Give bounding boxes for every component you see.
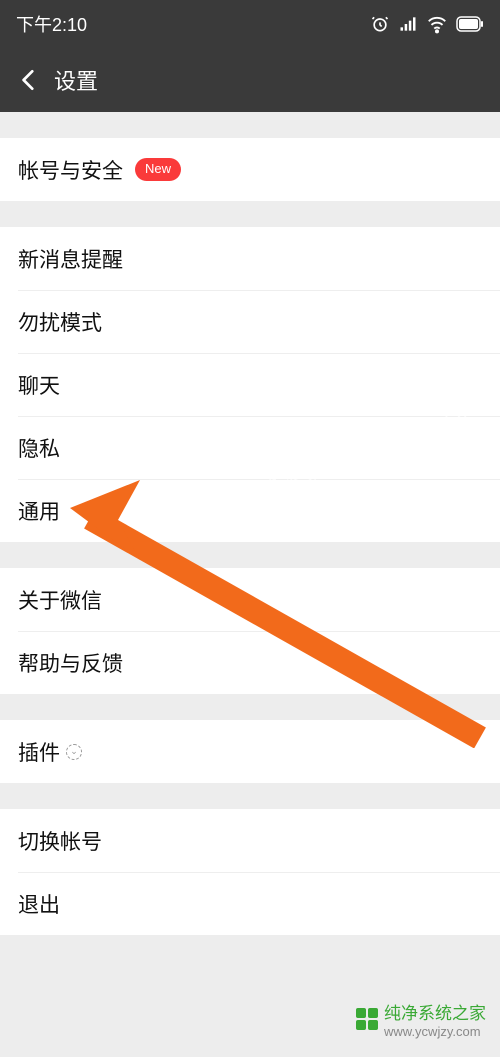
row-label: 聊天 (18, 370, 60, 400)
row-logout[interactable]: 退出 (0, 872, 500, 935)
status-icons (370, 13, 484, 35)
page-title: 设置 (54, 64, 98, 96)
back-icon[interactable] (16, 67, 42, 93)
row-plugin[interactable]: 插件 ⌄ (0, 720, 500, 783)
row-chat[interactable]: 聊天 (0, 353, 500, 416)
row-do-not-disturb[interactable]: 勿扰模式 (0, 290, 500, 353)
row-label: 隐私 (18, 433, 60, 463)
row-about-wechat[interactable]: 关于微信 (0, 568, 500, 631)
row-general[interactable]: 通用 (0, 479, 500, 542)
row-label: 通用 (18, 496, 60, 526)
row-label: 新消息提醒 (18, 244, 123, 274)
row-switch-account[interactable]: 切换帐号 (0, 809, 500, 872)
navigation-bar: 设置 (0, 48, 500, 112)
section-gap (0, 542, 500, 568)
section-gap (0, 201, 500, 227)
row-label: 退出 (18, 889, 60, 919)
row-account-security[interactable]: 帐号与安全 New (0, 138, 500, 201)
settings-group-plugin: 插件 ⌄ (0, 720, 500, 783)
section-gap (0, 783, 500, 809)
new-badge: New (135, 158, 181, 180)
row-privacy[interactable]: 隐私 (0, 416, 500, 479)
section-gap (0, 694, 500, 720)
row-label: 勿扰模式 (18, 307, 102, 337)
plugin-icon: ⌄ (66, 744, 82, 760)
row-new-message-notify[interactable]: 新消息提醒 (0, 227, 500, 290)
settings-group-account: 帐号与安全 New (0, 138, 500, 201)
settings-group-about: 关于微信 帮助与反馈 (0, 568, 500, 694)
watermark-logo-icon (356, 1008, 378, 1030)
row-label: 切换帐号 (18, 826, 102, 856)
wifi-icon (426, 13, 448, 35)
row-label: 关于微信 (18, 585, 102, 615)
status-time: 下午2:10 (16, 11, 87, 37)
settings-group-logout: 切换帐号 退出 (0, 809, 500, 935)
status-bar: 下午2:10 (0, 0, 500, 48)
watermark-brand: 纯净系统之家 (384, 999, 486, 1024)
signal-icon (398, 14, 418, 34)
row-label: 帮助与反馈 (18, 648, 123, 678)
alarm-icon (370, 14, 390, 34)
battery-icon (456, 16, 484, 32)
watermark-corner: 纯净系统之家 www.ycwjzy.com (356, 999, 486, 1039)
row-label: 插件 (18, 737, 60, 767)
settings-group-general: 新消息提醒 勿扰模式 聊天 隐私 通用 (0, 227, 500, 542)
watermark-site: www.ycwjzy.com (384, 1024, 486, 1039)
section-gap (0, 112, 500, 138)
row-help-feedback[interactable]: 帮助与反馈 (0, 631, 500, 694)
row-label: 帐号与安全 (18, 155, 123, 185)
